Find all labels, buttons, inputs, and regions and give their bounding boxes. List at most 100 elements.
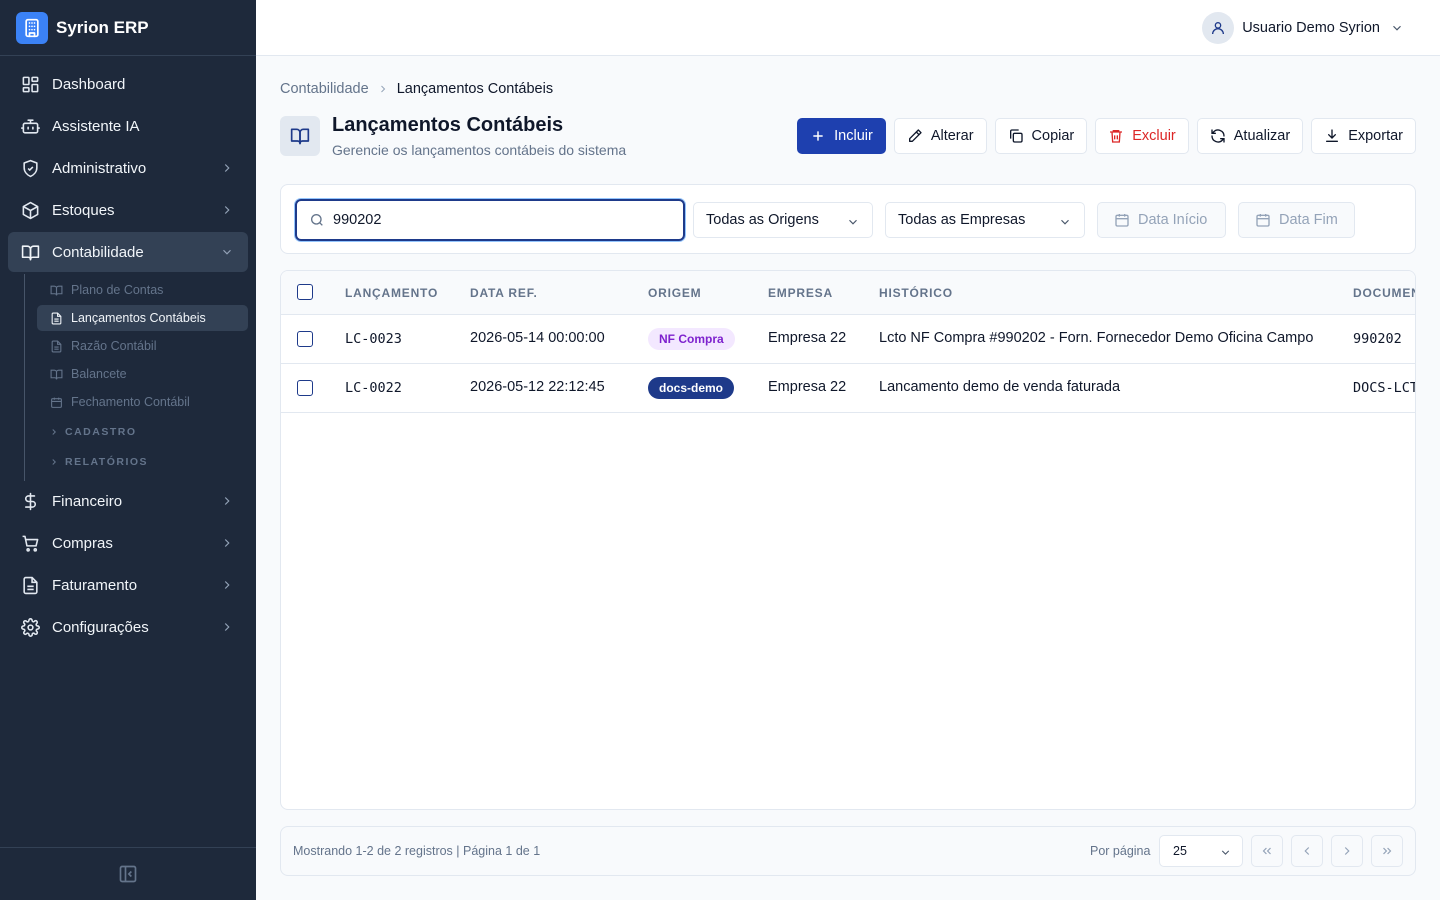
page-title: Lançamentos Contábeis	[332, 114, 564, 136]
button-label: Alterar	[930, 128, 974, 144]
sidebar-item-label: Configurações	[52, 618, 149, 636]
table-row[interactable]: LC-0023 2026-05-14 00:00:00 NF Compra Em…	[281, 315, 1415, 364]
row-checkbox[interactable]	[297, 380, 313, 396]
document-icon	[49, 311, 63, 325]
table-row[interactable]: LC-0022 2026-05-12 22:12:45 docs-demo Em…	[281, 364, 1415, 413]
column-header[interactable]: EMPRESA	[768, 286, 833, 300]
breadcrumb: Contabilidade Lançamentos Contábeis	[280, 81, 553, 97]
sidebar-item-label: Compras	[52, 534, 113, 552]
data-inicio-button[interactable]: Data Início	[1097, 202, 1226, 238]
cell-empresa: Empresa 22	[768, 330, 847, 346]
sidebar-item-faturamento[interactable]: Faturamento	[8, 565, 248, 605]
data-fim-button[interactable]: Data Fim	[1238, 202, 1355, 238]
cart-icon	[20, 533, 40, 553]
sidebar-subitem-razao-contabil[interactable]: Razão Contábil	[37, 333, 248, 359]
sidebar-item-estoques[interactable]: Estoques	[8, 190, 248, 230]
lancamentos-table: LANÇAMENTO DATA REF. ORIGEM EMPRESA HIST…	[280, 270, 1416, 810]
calendar-icon	[1255, 212, 1271, 228]
origem-badge: NF Compra	[648, 328, 735, 350]
select-value: 25	[1173, 844, 1187, 858]
package-icon	[20, 200, 40, 220]
empresa-select[interactable]: Todas as Empresas	[885, 202, 1085, 238]
select-value: Todas as Origens	[706, 212, 819, 228]
breadcrumb-parent[interactable]: Contabilidade	[280, 81, 369, 97]
calendar-icon	[49, 395, 63, 409]
chevron-right-icon	[220, 494, 234, 508]
last-page-button[interactable]	[1371, 835, 1403, 867]
column-header[interactable]: LANÇAMENTO	[345, 286, 438, 300]
chevrons-right-icon	[1380, 844, 1394, 858]
trash-icon	[1108, 128, 1124, 144]
first-page-button[interactable]	[1251, 835, 1283, 867]
sidebar-subitem-fechamento-contabil[interactable]: Fechamento Contábil	[37, 389, 248, 415]
pagination-bar: Mostrando 1-2 de 2 registros | Página 1 …	[280, 826, 1416, 876]
alterar-button[interactable]: Alterar	[893, 118, 987, 154]
sidebar-group-relatorios[interactable]: RELATÓRIOS	[37, 447, 248, 477]
sidebar-item-label: Faturamento	[52, 576, 138, 594]
excluir-button[interactable]: Excluir	[1095, 118, 1189, 154]
chevron-left-icon	[1300, 844, 1314, 858]
button-label: Atualizar	[1233, 128, 1291, 144]
filters-bar: Todas as Origens Todas as Empresas Data …	[280, 184, 1416, 254]
sidebar-subitem-balancete[interactable]: Balancete	[37, 361, 248, 387]
book-open-icon	[49, 367, 63, 381]
cell-lancamento: LC-0022	[345, 380, 402, 396]
chevron-right-icon	[220, 203, 234, 217]
page-subtitle: Gerencie os lançamentos contábeis do sis…	[332, 142, 627, 158]
per-page-select[interactable]: 25	[1159, 835, 1243, 867]
sidebar-item-assistente-ia[interactable]: Assistente IA	[8, 106, 248, 146]
cell-empresa: Empresa 22	[768, 379, 847, 395]
chevron-down-icon	[1390, 21, 1404, 35]
dashboard-icon	[20, 74, 40, 94]
column-header[interactable]: ORIGEM	[648, 286, 701, 300]
sidebar-subitem-plano-de-contas[interactable]: Plano de Contas	[37, 277, 248, 303]
user-menu[interactable]: Usuario Demo Syrion	[1202, 12, 1404, 44]
next-page-button[interactable]	[1331, 835, 1363, 867]
subitem-label: Fechamento Contábil	[71, 395, 190, 409]
chevron-right-icon	[49, 457, 59, 467]
sidebar-item-label: Dashboard	[52, 75, 126, 93]
exportar-button[interactable]: Exportar	[1311, 118, 1416, 154]
document-icon	[49, 339, 63, 353]
row-checkbox[interactable]	[297, 331, 313, 347]
sidebar-item-configuracoes[interactable]: Configurações	[8, 607, 248, 647]
copiar-button[interactable]: Copiar	[994, 118, 1088, 154]
group-label: CADASTRO	[65, 426, 137, 438]
sidebar-item-compras[interactable]: Compras	[8, 523, 248, 563]
subitem-label: Razão Contábil	[71, 339, 157, 353]
sidebar-item-dashboard[interactable]: Dashboard	[8, 64, 248, 104]
dollar-icon	[20, 491, 40, 511]
column-header[interactable]: HISTÓRICO	[879, 286, 953, 300]
collapse-sidebar-icon[interactable]	[118, 864, 138, 884]
search-box[interactable]	[295, 199, 685, 241]
sidebar-group-cadastro[interactable]: CADASTRO	[37, 417, 248, 447]
shield-icon	[20, 158, 40, 178]
download-icon	[1324, 128, 1340, 144]
user-icon	[1210, 20, 1226, 36]
sidebar-item-financeiro[interactable]: Financeiro	[8, 481, 248, 521]
contabilidade-subnav: Plano de Contas Lançamentos Contábeis Ra…	[24, 274, 248, 481]
brand[interactable]: Syrion ERP	[0, 0, 256, 56]
origem-select[interactable]: Todas as Origens	[693, 202, 873, 238]
group-label: RELATÓRIOS	[65, 456, 149, 468]
incluir-button[interactable]: Incluir	[797, 118, 886, 154]
search-input[interactable]	[333, 212, 653, 228]
column-header[interactable]: DATA REF.	[470, 286, 538, 300]
building-icon	[16, 11, 48, 44]
chevron-down-icon	[846, 215, 860, 229]
chevron-down-icon	[220, 245, 234, 259]
chevron-down-icon	[1058, 215, 1072, 229]
prev-page-button[interactable]	[1291, 835, 1323, 867]
sidebar-item-administrativo[interactable]: Administrativo	[8, 148, 248, 188]
select-all-checkbox[interactable]	[297, 284, 313, 300]
column-header[interactable]: DOCUMENTO	[1353, 286, 1415, 300]
search-icon	[309, 212, 325, 228]
chevron-right-icon	[220, 620, 234, 634]
sidebar-item-label: Contabilidade	[52, 243, 144, 261]
button-label: Exportar	[1348, 128, 1403, 144]
sidebar-subitem-lancamentos[interactable]: Lançamentos Contábeis	[37, 305, 248, 331]
atualizar-button[interactable]: Atualizar	[1196, 118, 1304, 154]
gear-icon	[20, 617, 40, 637]
sidebar-item-contabilidade[interactable]: Contabilidade	[8, 232, 248, 272]
book-icon	[20, 242, 40, 262]
